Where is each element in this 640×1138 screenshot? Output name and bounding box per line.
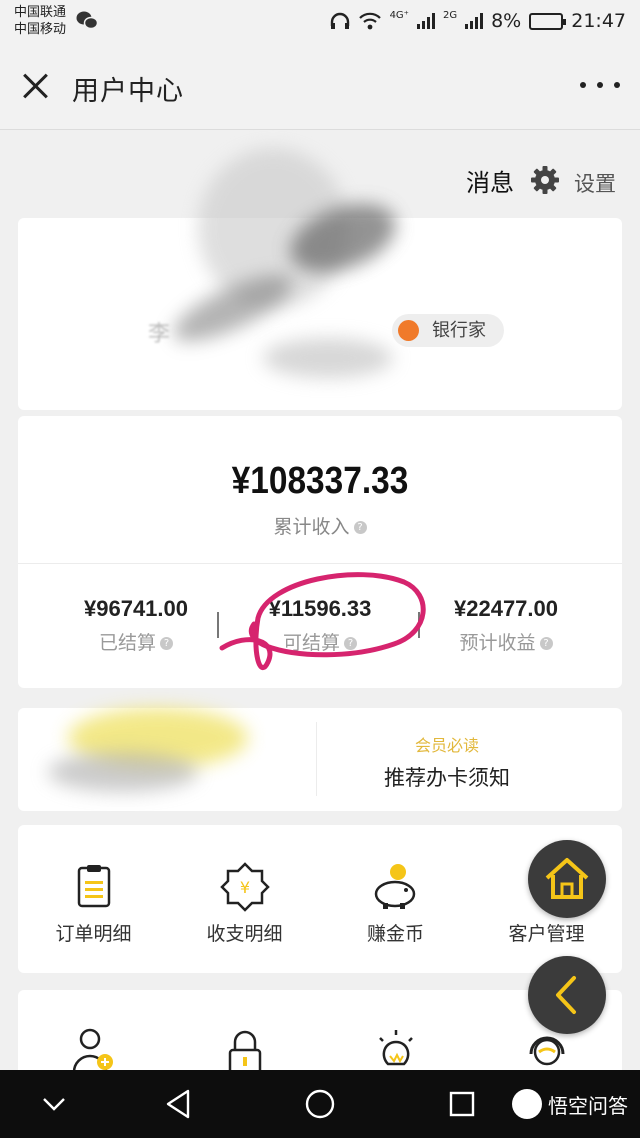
- carrier-2: 中国移动: [14, 22, 67, 37]
- banner-image-blur: [48, 752, 198, 792]
- home-circle-icon[interactable]: [304, 1088, 336, 1120]
- help-icon[interactable]: ?: [539, 637, 553, 650]
- notice-card[interactable]: 会员必读 推荐办卡须知: [18, 708, 622, 811]
- expected-stat[interactable]: ¥22477.00 预计收益?: [406, 596, 606, 655]
- battery-percent: 8%: [491, 10, 522, 32]
- divider: [18, 563, 622, 564]
- profile-card: 李 银行家: [18, 148, 622, 410]
- expected-amount: ¥22477.00: [454, 596, 558, 621]
- settleable-label: 可结算?: [220, 628, 420, 655]
- wifi-icon: [358, 12, 381, 30]
- menu-label: 客户管理: [508, 923, 585, 945]
- home-button[interactable]: [528, 840, 606, 918]
- back-button[interactable]: [528, 956, 606, 1034]
- status-indicators: 4G⁺ 2G 8% 21:47: [330, 10, 626, 32]
- wechat-icon: [76, 11, 98, 30]
- piggy-bank-icon: [374, 864, 416, 909]
- network-type-2: 2G: [442, 9, 458, 21]
- status-bar: 中国联通 中国移动 4G⁺ 2G 8% 21:47: [0, 0, 640, 44]
- signal-icon: [465, 13, 484, 29]
- signal-icon: [416, 13, 435, 29]
- carrier-info: 中国联通 中国移动: [14, 4, 66, 38]
- badge-label: 银行家: [432, 320, 486, 341]
- watermark: 悟空问答: [512, 1089, 628, 1119]
- chevron-left-icon: [556, 976, 576, 1014]
- back-triangle-icon[interactable]: [164, 1088, 192, 1120]
- avatar-blur: [263, 338, 393, 378]
- settleable-stat[interactable]: ¥11596.33 可结算?: [220, 596, 420, 655]
- total-income-label-text: 累计收入: [273, 516, 350, 538]
- yen-badge-icon: ¥: [220, 862, 270, 912]
- settled-label: 已结算?: [36, 628, 236, 655]
- menu-item-earn-coins[interactable]: 赚金币: [320, 825, 471, 973]
- total-income-label: 累计收入?: [18, 512, 622, 539]
- menu-item-order-details[interactable]: 订单明细: [18, 825, 169, 973]
- battery-icon: [529, 12, 567, 30]
- menu-item-transactions[interactable]: ¥ 收支明细: [169, 825, 320, 973]
- messages-link[interactable]: 消息: [466, 163, 514, 198]
- settleable-label-text: 可结算: [282, 632, 340, 654]
- expected-label: 预计收益?: [406, 628, 606, 655]
- clipboard-icon: [77, 865, 111, 908]
- menu-label: 订单明细: [55, 923, 132, 945]
- home-icon: [545, 858, 589, 899]
- carrier-1: 中国联通: [14, 5, 67, 20]
- settleable-amount: ¥11596.33: [268, 596, 372, 621]
- menu-label: 收支明细: [206, 923, 283, 945]
- settled-label-text: 已结算: [98, 632, 156, 654]
- chevron-down-icon[interactable]: [40, 1094, 68, 1114]
- clock: 21:47: [571, 10, 626, 32]
- nav-bar: 用户中心: [0, 44, 640, 130]
- more-options-icon[interactable]: [580, 70, 620, 100]
- system-navigation-bar: 悟空问答: [0, 1070, 640, 1138]
- svg-text:¥: ¥: [240, 878, 250, 897]
- level-badge: 银行家: [392, 314, 504, 347]
- network-type-1: 4G⁺: [389, 9, 409, 21]
- divider: [316, 722, 317, 796]
- settled-stat[interactable]: ¥96741.00 已结算?: [36, 596, 236, 655]
- menu-label: 赚金币: [366, 923, 424, 945]
- divider: [217, 612, 219, 638]
- help-icon[interactable]: ?: [160, 637, 173, 650]
- notice-title[interactable]: 推荐办卡须知: [318, 762, 576, 792]
- notice-tag: 会员必读: [414, 736, 479, 755]
- gear-icon[interactable]: [530, 165, 560, 195]
- watermark-text: 悟空问答: [548, 1093, 628, 1118]
- help-icon[interactable]: ?: [353, 521, 367, 534]
- help-icon[interactable]: ?: [344, 637, 357, 650]
- user-name: 李: [148, 322, 171, 347]
- page-title: 用户中心: [72, 76, 184, 107]
- bank-icon: [398, 320, 419, 341]
- settled-amount: ¥96741.00: [84, 596, 188, 621]
- expected-label-text: 预计收益: [459, 632, 536, 654]
- settings-link[interactable]: 设置: [574, 168, 616, 198]
- income-card: ¥108337.33 累计收入? ¥96741.00 已结算? ¥11596.3…: [18, 416, 622, 688]
- total-income-amount: ¥108337.33: [231, 460, 409, 502]
- recent-apps-icon[interactable]: [448, 1090, 476, 1118]
- wukong-logo-icon: [512, 1089, 542, 1119]
- close-icon[interactable]: [18, 68, 54, 104]
- headphones-icon: [330, 12, 349, 29]
